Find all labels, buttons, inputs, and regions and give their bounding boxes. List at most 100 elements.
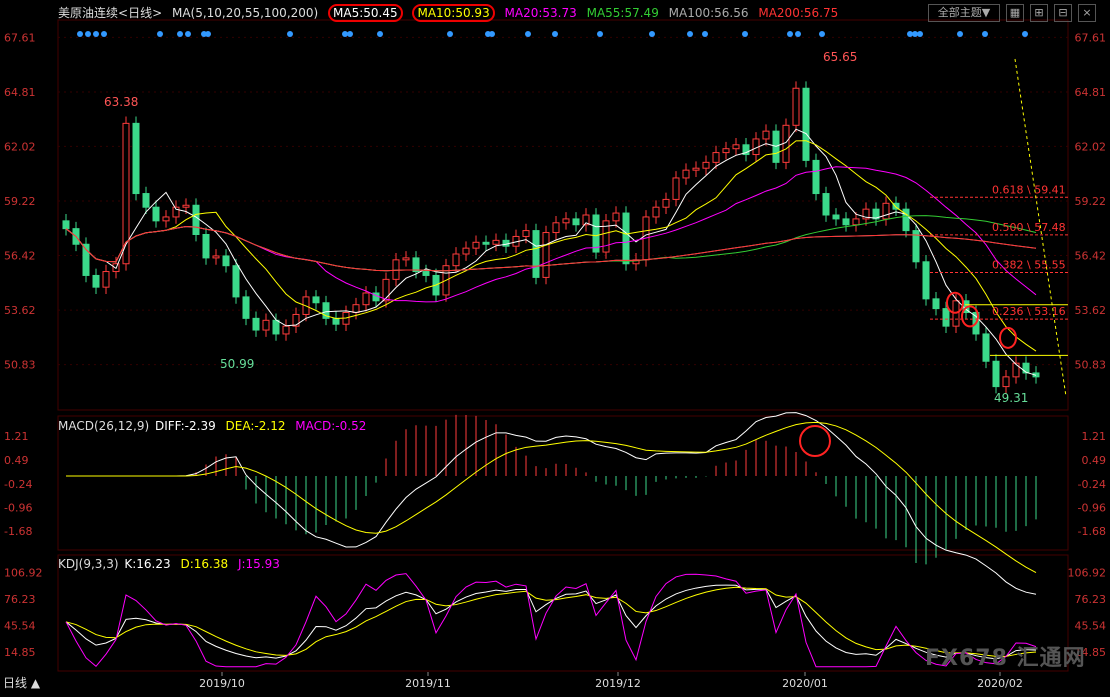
theme-dropdown-button[interactable]: 全部主题▼ <box>928 4 1000 22</box>
candle-body <box>492 239 500 245</box>
price-tick-right: 53.62 <box>1075 304 1107 317</box>
event-dot <box>77 31 83 37</box>
x-axis-label: 2020/01 <box>782 677 828 690</box>
candle-body <box>702 161 710 169</box>
candle-body <box>882 202 890 220</box>
expand-icon[interactable]: ⊞ <box>1030 4 1048 22</box>
ma10-value: MA10:50.93 <box>412 4 495 22</box>
macd-label: MACD(26,12,9) <box>58 419 150 433</box>
candle-body <box>722 148 730 154</box>
candle-body <box>682 169 690 179</box>
candle-body <box>602 220 610 253</box>
period-selector-button[interactable]: 日线 ▲ <box>3 674 40 691</box>
kdj-tick-right: 106.92 <box>1068 567 1107 580</box>
event-dot <box>525 31 531 37</box>
fib-level-label: 0.382 \ 55.55 <box>992 259 1066 272</box>
event-dot <box>1022 31 1028 37</box>
ma100-line <box>65 225 1037 272</box>
grid-icon[interactable]: ▦ <box>1006 4 1024 22</box>
event-dot <box>649 31 655 37</box>
candle-body <box>92 274 100 288</box>
minimize-icon[interactable]: ⊟ <box>1054 4 1072 22</box>
candle-body <box>552 222 560 234</box>
watermark-logo: FX678 汇通网 <box>925 646 1086 671</box>
candle-body <box>482 241 490 245</box>
candle-body <box>392 259 400 280</box>
candlestick-chart: 67.61 67.61 64.81 64.81 62.02 62.02 59.22 59.22… <box>4 19 1107 690</box>
event-dot <box>819 31 825 37</box>
kdj-j-line <box>65 573 1037 668</box>
low-label-2: 49.31 <box>994 391 1028 405</box>
candle-body <box>182 204 190 208</box>
price-header: 美原油连续<日线> MA(5,10,20,55,100,200) MA5:50.… <box>58 4 844 22</box>
candle-body <box>292 313 300 327</box>
candle-body <box>832 214 840 220</box>
kdj-tick-left: 76.23 <box>4 593 36 606</box>
candle-body <box>202 234 210 259</box>
kdj-header: KDJ(9,3,3) K:16.23 D:16.38 J:15.93 <box>58 557 286 571</box>
kdj-d-line <box>65 586 1037 657</box>
event-dot <box>185 31 191 37</box>
candle-body <box>652 206 660 218</box>
fib-level-label: 0.236 \ 53.16 <box>992 305 1066 318</box>
ma-params: MA(5,10,20,55,100,200) <box>171 6 319 20</box>
kdj-tick-left: 14.85 <box>4 646 36 659</box>
candle-body <box>672 177 680 200</box>
event-dot <box>347 31 353 37</box>
event-dot <box>597 31 603 37</box>
candle-body <box>692 167 700 171</box>
event-dot <box>177 31 183 37</box>
kdj-tick-left: 45.54 <box>4 620 36 633</box>
kdj-tick-left: 106.92 <box>4 567 43 580</box>
candle-body <box>922 261 930 300</box>
candle-body <box>62 220 70 230</box>
candle-body <box>162 216 170 222</box>
macd-tick-left: 0.49 <box>4 454 29 467</box>
close-icon[interactable]: × <box>1078 4 1096 22</box>
candle-body <box>152 206 160 222</box>
candle-body <box>312 296 320 304</box>
candle-body <box>982 333 990 362</box>
candle-body <box>252 317 260 331</box>
candle-body <box>102 271 110 288</box>
candle-body <box>572 218 580 226</box>
price-tick-left: 59.22 <box>4 195 36 208</box>
event-dot <box>702 31 708 37</box>
highlight-circle <box>999 326 1017 349</box>
ma5-line <box>65 128 1037 376</box>
candle-body <box>532 230 540 278</box>
candle-body <box>1022 362 1030 374</box>
symbol-label: 美原油连续 <box>58 6 119 20</box>
candle-body <box>932 298 940 310</box>
macd-highlight-circle <box>799 425 831 457</box>
candle-body <box>522 230 530 237</box>
price-tick-left: 62.02 <box>4 140 36 153</box>
candle-body <box>232 265 240 298</box>
event-dot <box>489 31 495 37</box>
macd-tick-left: 1.21 <box>4 430 29 443</box>
price-tick-left: 50.83 <box>4 359 36 372</box>
candle-body <box>272 319 280 335</box>
chart-stage: 67.61 67.61 64.81 64.81 62.02 62.02 59.22 59.22… <box>0 0 1110 693</box>
candle-body <box>332 317 340 325</box>
kdj-j: J:15.93 <box>237 557 280 571</box>
event-dot <box>687 31 693 37</box>
high-label-2: 65.65 <box>823 50 857 64</box>
price-tick-right: 62.02 <box>1075 140 1107 153</box>
candle-body <box>352 304 360 314</box>
price-tick-left: 64.81 <box>4 86 36 99</box>
kdj-k: K:16.23 <box>124 557 171 571</box>
event-dot <box>787 31 793 37</box>
candle-body <box>562 218 570 224</box>
candle-body <box>222 255 230 267</box>
event-dot <box>85 31 91 37</box>
candle-body <box>422 271 430 276</box>
ma200-value: MA200:56.75 <box>758 6 839 20</box>
macd-tick-right: 1.21 <box>1082 430 1107 443</box>
price-tick-right: 50.83 <box>1075 359 1107 372</box>
period-tab[interactable]: <日线> <box>118 6 162 20</box>
price-tick-right: 59.22 <box>1075 195 1107 208</box>
candle-body <box>622 212 630 265</box>
event-dot <box>917 31 923 37</box>
candle-body <box>992 360 1000 388</box>
